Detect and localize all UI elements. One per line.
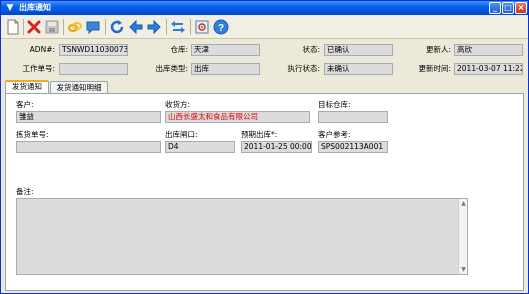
remark-label: 备注: xyxy=(16,187,34,196)
customer-reference-label: 客户参考: xyxy=(318,130,351,139)
title-bar[interactable]: ▼ 出库通知 _ □ × xyxy=(1,1,528,15)
window-title: 出库通知 xyxy=(19,3,51,12)
forward-arrow-icon[interactable] xyxy=(146,19,162,35)
toolbar-separator xyxy=(190,19,191,35)
customer-label: 客户: xyxy=(16,100,34,109)
save-icon[interactable] xyxy=(44,19,60,35)
consignee-field[interactable]: 山西长盛太和食品有限公司 xyxy=(165,111,310,123)
close-button[interactable]: × xyxy=(515,2,527,14)
expected-outbound-field[interactable]: 2011-01-25 00:00 xyxy=(241,141,312,153)
app-logo-icon: ▼ xyxy=(6,3,14,13)
update-time-field[interactable]: 2011-03-07 11:22 xyxy=(454,63,523,75)
tab-notice-detail[interactable]: 发货通知明细 xyxy=(50,81,108,93)
expected-outbound-label: 预期出库*: xyxy=(241,130,278,139)
target-warehouse-field[interactable] xyxy=(318,111,388,123)
work-order-label: 工作单号: xyxy=(22,64,55,73)
customer-reference-field[interactable]: SPS002113A001 xyxy=(318,141,388,153)
toolbar-separator xyxy=(23,19,24,35)
status-label: 状态: xyxy=(302,45,320,54)
new-document-icon[interactable] xyxy=(5,19,21,35)
update-time-label: 更新时间: xyxy=(418,64,451,73)
scroll-down-icon[interactable]: ▼ xyxy=(459,265,468,274)
remark-textarea[interactable] xyxy=(16,198,468,275)
link-icon[interactable] xyxy=(67,19,83,35)
exec-status-label: 执行状态: xyxy=(287,64,320,73)
warehouse-field[interactable]: 天津 xyxy=(191,44,260,56)
adn-field[interactable]: TSNWD11030073 xyxy=(59,44,128,56)
minimize-button[interactable]: _ xyxy=(489,2,501,14)
back-arrow-icon[interactable] xyxy=(128,19,144,35)
header-form: ADN#: TSNWD11030073 仓库: 天津 状态: 已确认 更新人: … xyxy=(1,39,528,79)
status-field[interactable]: 已确认 xyxy=(324,44,393,56)
exit-gate-field[interactable]: D4 xyxy=(165,141,235,153)
remark-scrollbar[interactable]: ▲ ▼ xyxy=(458,199,467,274)
updater-label: 更新人: xyxy=(425,45,451,54)
delete-icon[interactable] xyxy=(26,19,42,35)
target-warehouse-label: 目标仓库: xyxy=(318,100,351,109)
pick-number-field[interactable] xyxy=(16,141,161,153)
svg-text:?: ? xyxy=(218,23,224,34)
refresh-icon[interactable] xyxy=(109,19,125,35)
tab-notice[interactable]: 发货通知 xyxy=(5,80,49,93)
scroll-up-icon[interactable]: ▲ xyxy=(459,199,468,208)
adn-label: ADN#: xyxy=(29,45,55,54)
updater-field[interactable]: 高欣 xyxy=(454,44,523,56)
toolbar: ? xyxy=(1,15,528,39)
toolbar-separator xyxy=(105,19,106,35)
toolbar-separator xyxy=(166,19,167,35)
tab-bar: 发货通知 发货通知明细 xyxy=(1,79,528,93)
exit-gate-label: 出库闸口: xyxy=(165,130,198,139)
warehouse-label: 仓库: xyxy=(170,45,188,54)
customer-field[interactable]: 雏益 xyxy=(16,111,161,123)
help-icon[interactable]: ? xyxy=(213,19,229,35)
pick-number-label: 拣货单号: xyxy=(16,130,49,139)
outbound-type-label: 出库类型: xyxy=(155,64,188,73)
outbound-type-field[interactable]: 出库 xyxy=(191,63,260,75)
comment-icon[interactable] xyxy=(85,19,101,35)
maximize-button[interactable]: □ xyxy=(502,2,514,14)
app-window: ▼ 出库通知 _ □ × ? ADN#: TSNWD11030073 仓库: 天… xyxy=(0,0,529,294)
settings-icon[interactable] xyxy=(194,19,210,35)
swap-icon[interactable] xyxy=(170,19,186,35)
toolbar-separator xyxy=(63,19,64,35)
consignee-label: 收货方: xyxy=(165,100,191,109)
exec-status-field[interactable]: 未确认 xyxy=(324,63,393,75)
work-order-field[interactable] xyxy=(59,63,128,75)
detail-panel: 客户: 雏益 收货方: 山西长盛太和食品有限公司 目标仓库: 拣货单号: 出库闸… xyxy=(5,93,524,291)
